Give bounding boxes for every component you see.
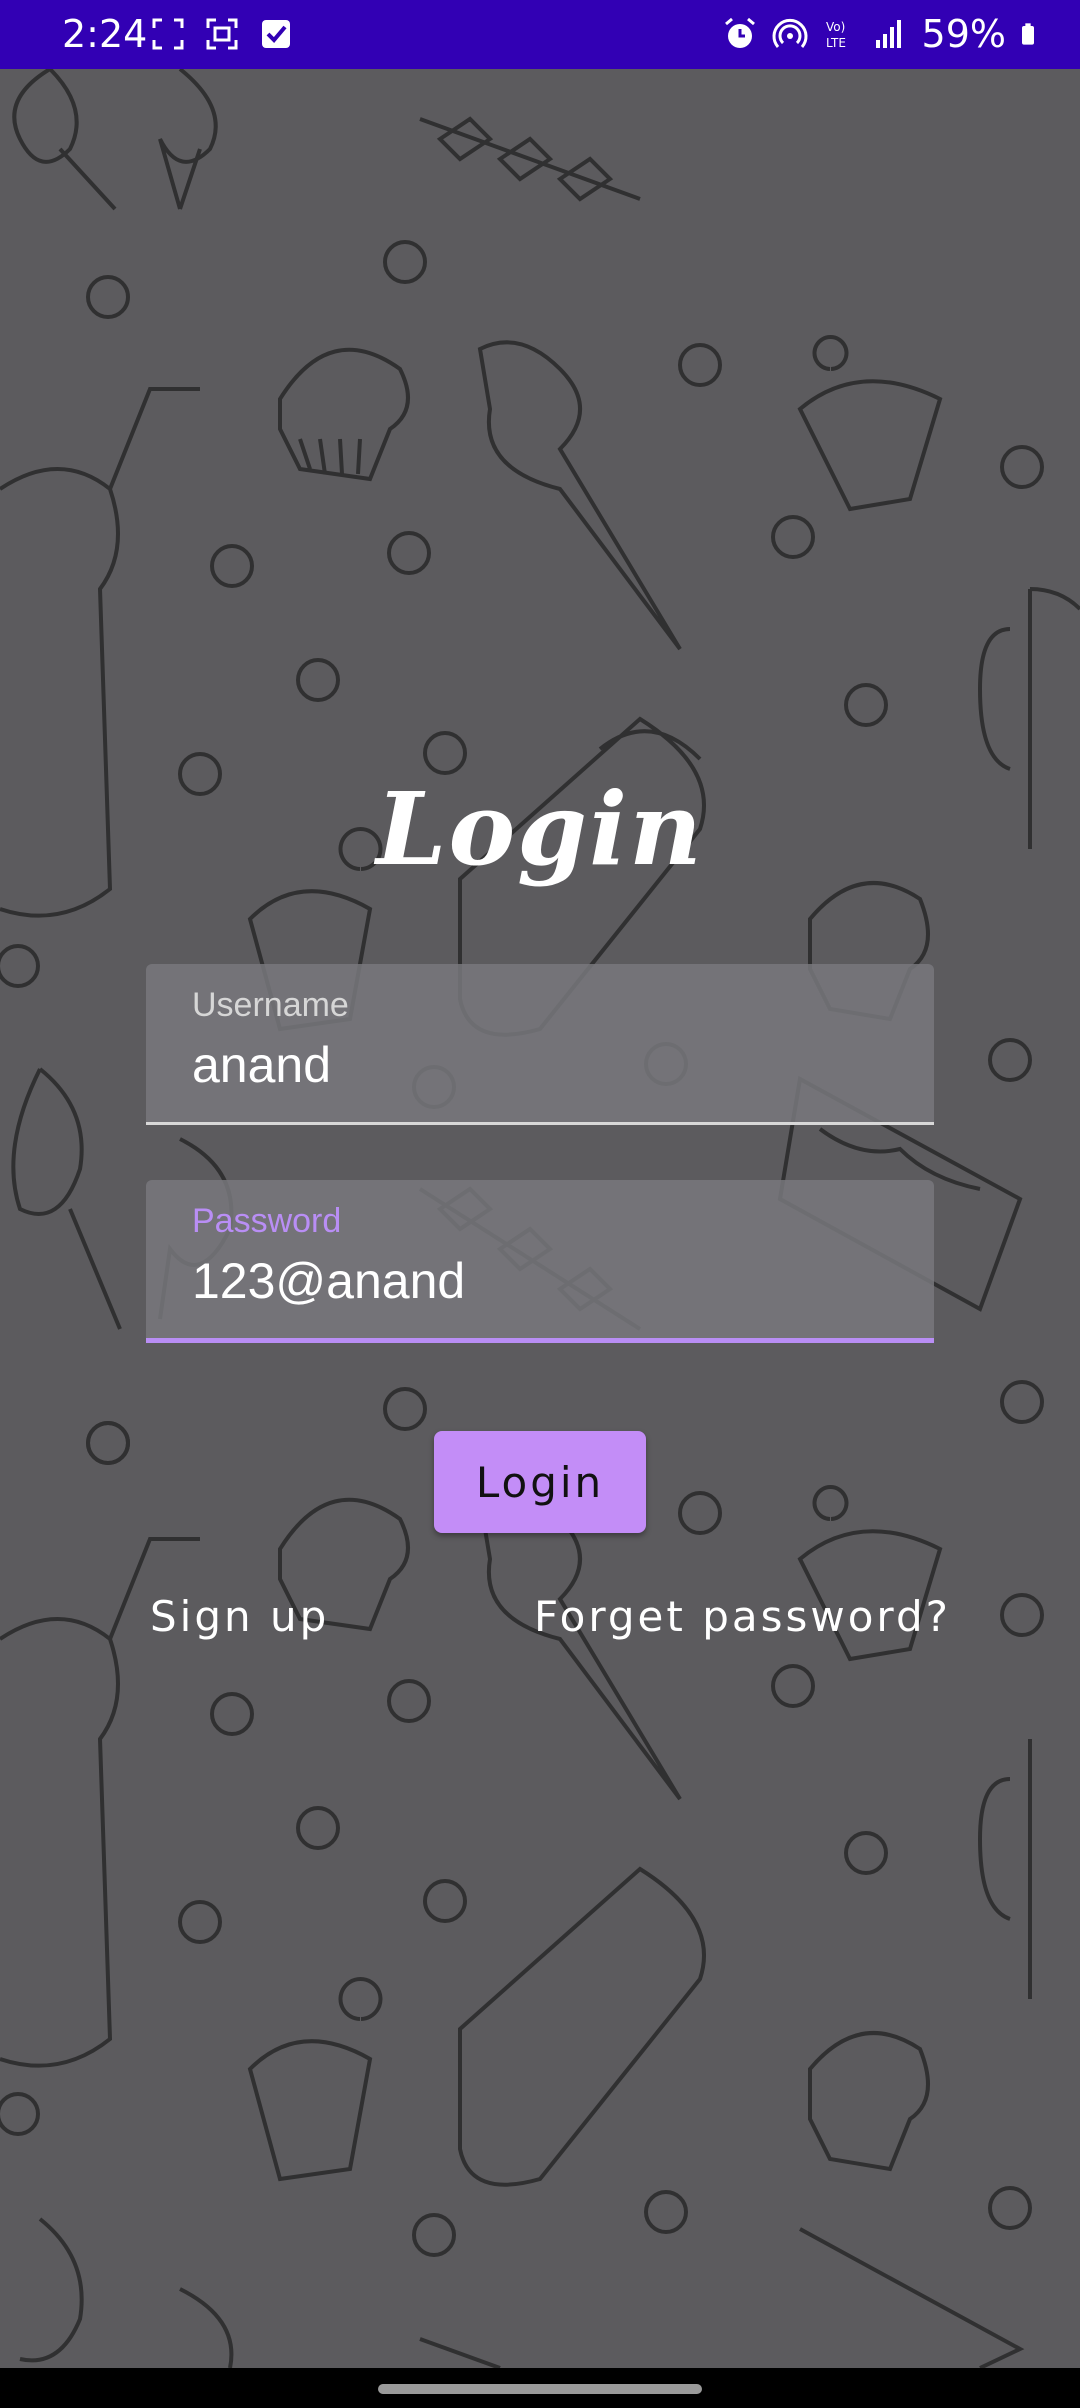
signal-icon: [875, 20, 901, 48]
login-button[interactable]: Login: [434, 1431, 646, 1533]
status-time: 2:24: [62, 12, 148, 56]
username-input[interactable]: anand: [192, 1036, 331, 1094]
battery-percent: 59%: [921, 12, 1006, 56]
hotspot-icon: [772, 18, 807, 48]
username-field[interactable]: Username anand: [146, 964, 934, 1125]
battery-icon: [1022, 23, 1034, 45]
home-gesture-handle[interactable]: [378, 2384, 702, 2394]
page-title: Login: [376, 770, 704, 888]
svg-text:LTE: LTE: [826, 36, 846, 50]
forget-password-link[interactable]: Forget password?: [534, 1592, 951, 1641]
svg-text:Vo): Vo): [826, 20, 845, 34]
volte-icon: Vo) LTE: [826, 20, 846, 50]
screenshot-icon: [152, 18, 184, 50]
status-bar: 2:24 Vo) LTE 59%: [0, 0, 1080, 69]
alarm-icon: [724, 17, 755, 48]
password-field[interactable]: Password 123@anand: [146, 1180, 934, 1343]
password-label: Password: [192, 1202, 342, 1240]
username-label: Username: [192, 986, 349, 1024]
password-input[interactable]: 123@anand: [192, 1252, 465, 1310]
checkbox-icon: [262, 20, 290, 48]
scan-icon: [206, 18, 238, 50]
status-right-icons: Vo) LTE 59%: [722, 8, 1044, 60]
status-left-icons: [150, 16, 294, 52]
signup-link[interactable]: Sign up: [150, 1592, 329, 1641]
navigation-bar: [0, 2368, 1080, 2408]
